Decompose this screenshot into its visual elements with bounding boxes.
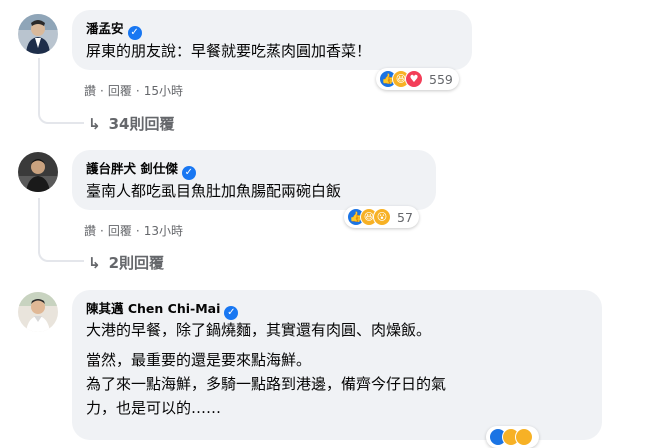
verified-badge-icon: ✓: [127, 26, 142, 40]
timestamp[interactable]: 13小時: [144, 224, 183, 238]
comment-author[interactable]: 陳其邁 Chen Chi-Mai ✓: [86, 298, 239, 320]
comment-bubble: 潘孟安 ✓ 屏東的朋友說：早餐就要吃蒸肉圓加香菜！: [72, 10, 472, 70]
comment-bubble: 護台胖犬 釗仕傑 ✓ 臺南人都吃虱目魚肚加魚腸配兩碗白飯: [72, 150, 436, 210]
comment-text: 當然，最重要的還是要來點海鮮。: [86, 351, 312, 369]
verified-badge-icon: ✓: [224, 306, 239, 320]
comment-text: 大港的早餐，除了鍋燒麵，其實還有肉圓、肉燥飯。: [86, 321, 432, 339]
comment-text: 臺南人都吃虱目魚肚加魚腸配兩碗白飯: [86, 182, 342, 200]
comment-text: 屏東的朋友說：早餐就要吃蒸肉圓加香菜！: [86, 42, 372, 60]
reply-arrow-icon: ↳: [88, 254, 101, 272]
comment-actions: 讚 · 回覆 · 15小時: [84, 84, 183, 98]
reply-arrow-icon: ↳: [88, 115, 101, 133]
timestamp[interactable]: 15小時: [144, 84, 183, 98]
avatar[interactable]: [18, 292, 58, 332]
like-button[interactable]: 讚: [84, 84, 96, 98]
reaction-summary[interactable]: 👍 😆 ♥ 559: [376, 68, 459, 90]
wow-icon: 😮: [373, 208, 391, 226]
reply-button[interactable]: 回覆: [108, 84, 132, 98]
comment-author[interactable]: 護台胖犬 釗仕傑 ✓: [86, 158, 196, 180]
thread-line: [38, 246, 84, 262]
like-button[interactable]: 讚: [84, 224, 96, 238]
comment-bubble: 陳其邁 Chen Chi-Mai ✓ 大港的早餐，除了鍋燒麵，其實還有肉圓、肉燥飯…: [72, 290, 602, 440]
thread-line: [38, 198, 40, 248]
comment-text: 力，也是可以的……: [86, 399, 222, 417]
view-replies-link[interactable]: ↳ 2則回覆: [88, 252, 164, 273]
reply-button[interactable]: 回覆: [108, 224, 132, 238]
comment-actions: 讚 · 回覆 · 13小時: [84, 224, 183, 238]
reaction-count: 57: [397, 209, 413, 225]
view-replies-link[interactable]: ↳ 34則回覆: [88, 113, 174, 134]
thread-line: [38, 108, 84, 124]
verified-badge-icon: ✓: [181, 166, 196, 180]
comment-author[interactable]: 潘孟安 ✓: [86, 18, 142, 40]
comment-text: 為了來一點海鮮，多騎一點路到港邊，備齊今仔日的氣: [86, 375, 447, 393]
reaction-count: 559: [429, 71, 453, 87]
avatar[interactable]: [18, 14, 58, 54]
reaction-summary[interactable]: [486, 426, 539, 448]
haha-icon: [515, 428, 533, 446]
reaction-summary[interactable]: 👍 😆 😮 57: [344, 206, 419, 228]
avatar[interactable]: [18, 152, 58, 192]
thread-line: [38, 58, 40, 110]
love-icon: ♥: [405, 70, 423, 88]
